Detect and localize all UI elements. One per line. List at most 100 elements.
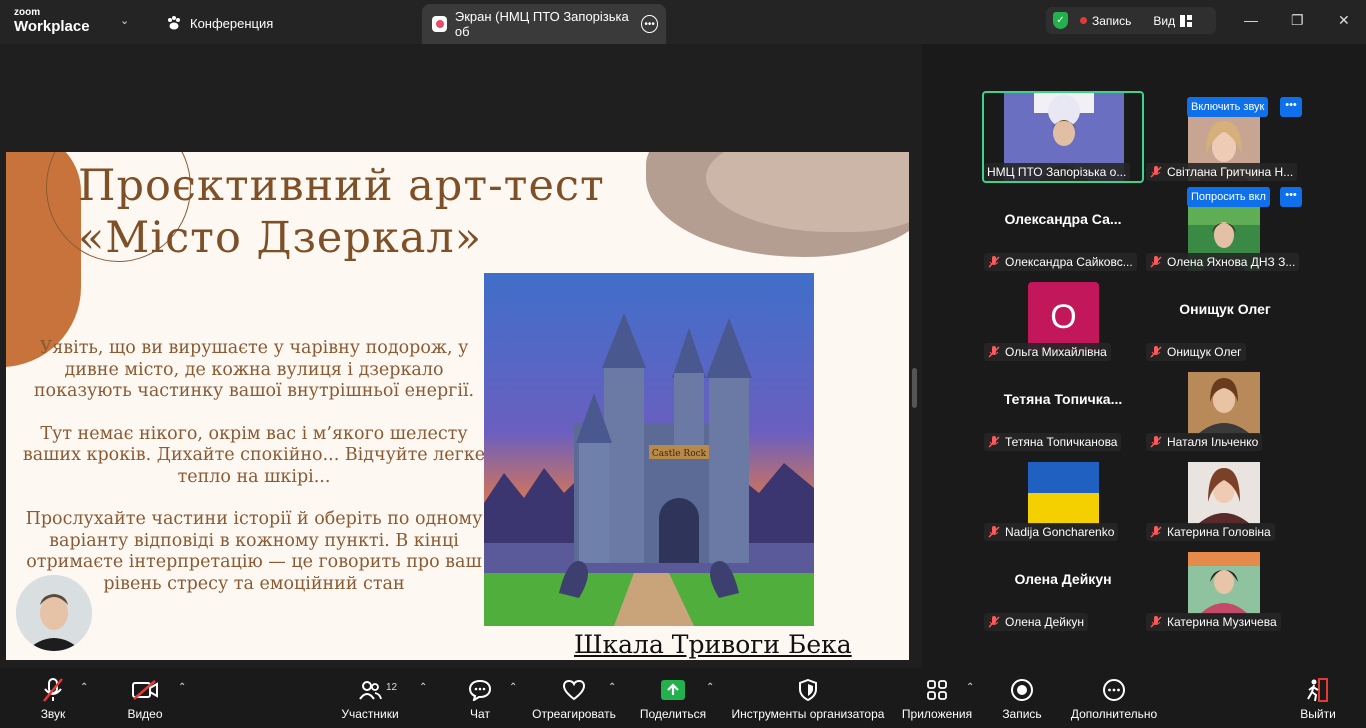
react-button[interactable]: Отреагировать — [532, 676, 616, 721]
panel-resize-handle[interactable] — [912, 368, 917, 408]
grid-view-icon — [1180, 14, 1193, 27]
unmute-request-button[interactable]: Включить звук — [1187, 97, 1269, 117]
participant-name: Катерина Музичева — [1146, 613, 1281, 631]
chevron-up-icon[interactable]: ⌃ — [608, 682, 616, 693]
record-dot-icon — [1080, 17, 1087, 24]
participant-display-name: Олександра Са... — [1004, 211, 1122, 227]
paw-icon — [168, 16, 180, 30]
restore-icon[interactable]: ❐ — [1291, 12, 1304, 29]
participant-tile[interactable]: Наталя Ільченко — [1146, 363, 1304, 451]
participant-name: Олена Яхнова ДНЗ З... — [1146, 253, 1300, 271]
participant-name: Тетяна Топичканова — [984, 433, 1122, 451]
record-button[interactable]: Запись — [1000, 676, 1044, 721]
mic-muted-icon — [1150, 616, 1162, 628]
share-screen-icon — [661, 680, 685, 700]
view-button[interactable]: Вид — [1153, 14, 1193, 28]
host-tools-button[interactable]: Инструменты организатора — [730, 676, 886, 721]
apps-button[interactable]: Приложения — [900, 676, 974, 721]
participant-video — [1188, 462, 1260, 524]
participant-tile[interactable]: О Ольга Михайлівна — [984, 273, 1142, 361]
tab-conference[interactable]: Конференция — [166, 8, 273, 38]
leave-button[interactable]: Выйти — [1298, 676, 1338, 721]
shield-icon — [799, 679, 817, 701]
participant-tile[interactable]: Олена Дейкун Олена Дейкун — [984, 543, 1142, 631]
minimize-icon[interactable]: — — [1244, 12, 1258, 28]
slide-title: Проєктивний арт-тест «Місто Дзеркал» — [78, 161, 605, 263]
chevron-up-icon[interactable]: ⌃ — [419, 682, 427, 693]
participant-tile[interactable]: Катерина Головіна — [1146, 453, 1304, 541]
castle-illustration: Castle Rock — [484, 273, 814, 626]
more-icon — [1103, 679, 1125, 701]
participant-name: Ольга Михайлівна — [984, 343, 1111, 361]
participant-tile[interactable]: Онищук Олег Онищук Олег — [1146, 273, 1304, 361]
participant-video — [1188, 372, 1260, 434]
avatar: О — [1028, 282, 1099, 352]
participant-tile[interactable]: Тетяна Топичка... Тетяна Топичканова — [984, 363, 1142, 451]
participant-display-name: Онищук Олег — [1179, 301, 1271, 317]
title-bar: zoom Workplace ⌄ Конференция Экран (НМЦ … — [0, 0, 1366, 44]
participant-name: Олена Дейкун — [984, 613, 1089, 631]
mic-muted-icon — [1150, 436, 1162, 448]
more-options-icon[interactable]: ••• — [1280, 187, 1302, 207]
share-button[interactable]: Поделиться — [639, 676, 707, 721]
participant-tile[interactable]: Катерина Музичева — [1146, 543, 1304, 631]
participants-count: 12 — [386, 682, 398, 693]
video-button[interactable]: Видео — [126, 676, 164, 721]
meeting-status: ✓ Запись Вид — [1046, 7, 1216, 34]
participant-tile[interactable]: Олександра Са... Олександра Сайковс... — [984, 183, 1142, 271]
slide-text: Уявіть, що ви вирушаєте у чарівну подоро… — [22, 338, 486, 594]
mic-muted-icon — [988, 436, 1000, 448]
shared-screen-area: Проєктивний арт-тест «Місто Дзеркал» Уяв… — [0, 44, 922, 668]
participant-display-name: Олена Дейкун — [1014, 571, 1112, 587]
recording-label: Запись — [1092, 13, 1132, 28]
participant-name: Онищук Олег — [1146, 343, 1246, 361]
participant-display-name: Тетяна Топичка... — [1003, 391, 1123, 407]
participant-name: Nadija Goncharenko — [984, 523, 1119, 541]
leave-icon — [1307, 678, 1328, 702]
chevron-up-icon[interactable]: ⌃ — [80, 682, 88, 693]
zoom-logo: zoom Workplace — [14, 7, 90, 35]
participant-name: Катерина Головіна — [1146, 523, 1275, 541]
tab-screen-label: Экран (НМЦ ПТО Запорізька об — [454, 9, 629, 39]
mic-muted-icon — [988, 346, 1000, 358]
mic-muted-icon — [1150, 256, 1162, 268]
chevron-up-icon[interactable]: ⌃ — [706, 682, 714, 693]
mic-muted-icon — [1150, 526, 1162, 538]
participant-tile[interactable]: НМЦ ПТО Запорізька о... — [984, 93, 1142, 181]
participants-icon — [359, 681, 382, 700]
participant-name: Олександра Сайковс... — [984, 253, 1137, 271]
beck-anxiety-scale-link[interactable]: Шкала Тривоги Бека — [574, 630, 852, 659]
chat-button[interactable]: Чат — [466, 676, 494, 721]
tab-screen[interactable]: Экран (НМЦ ПТО Запорізька об ••• — [422, 4, 666, 44]
mic-muted-icon — [988, 616, 1000, 628]
mic-muted-icon — [43, 678, 63, 702]
mic-muted-icon — [988, 526, 1000, 538]
participant-tile[interactable]: Nadija Goncharenko — [984, 453, 1142, 541]
participant-name: Світлана Гритчина Н... — [1146, 163, 1298, 181]
presentation-slide: Проєктивний арт-тест «Місто Дзеркал» Уяв… — [6, 152, 909, 660]
chevron-down-icon[interactable]: ⌄ — [120, 14, 129, 27]
ukraine-flag-image — [1028, 462, 1099, 524]
meeting-toolbar: Звук ⌃ Видео ⌃ Участники 12 ⌃ Чат ⌃ Отре… — [0, 668, 1366, 728]
more-options-icon[interactable]: ••• — [641, 15, 658, 33]
close-icon[interactable]: ✕ — [1338, 12, 1350, 29]
share-favicon-icon — [432, 16, 447, 32]
mic-muted-icon — [988, 256, 1000, 268]
ask-to-start-video-button[interactable]: Попросить вкл — [1187, 187, 1270, 207]
tab-conference-label: Конференция — [190, 15, 274, 31]
chevron-up-icon[interactable]: ⌃ — [509, 682, 517, 693]
apps-icon — [927, 680, 947, 700]
more-button[interactable]: Дополнительно — [1068, 676, 1160, 721]
video-off-icon — [132, 680, 158, 700]
chevron-up-icon[interactable]: ⌃ — [178, 682, 186, 693]
mic-muted-icon — [1150, 166, 1162, 178]
participant-name: Наталя Ільченко — [1146, 433, 1263, 451]
audio-button[interactable]: Звук — [34, 676, 72, 721]
castle-sign-text: Castle Rock — [652, 449, 707, 459]
chevron-up-icon[interactable]: ⌃ — [966, 682, 974, 693]
chat-icon — [468, 679, 492, 701]
mic-muted-icon — [1150, 346, 1162, 358]
more-options-icon[interactable]: ••• — [1280, 97, 1302, 117]
shield-icon[interactable]: ✓ — [1053, 12, 1068, 29]
participant-name: НМЦ ПТО Запорізька о... — [984, 163, 1131, 181]
